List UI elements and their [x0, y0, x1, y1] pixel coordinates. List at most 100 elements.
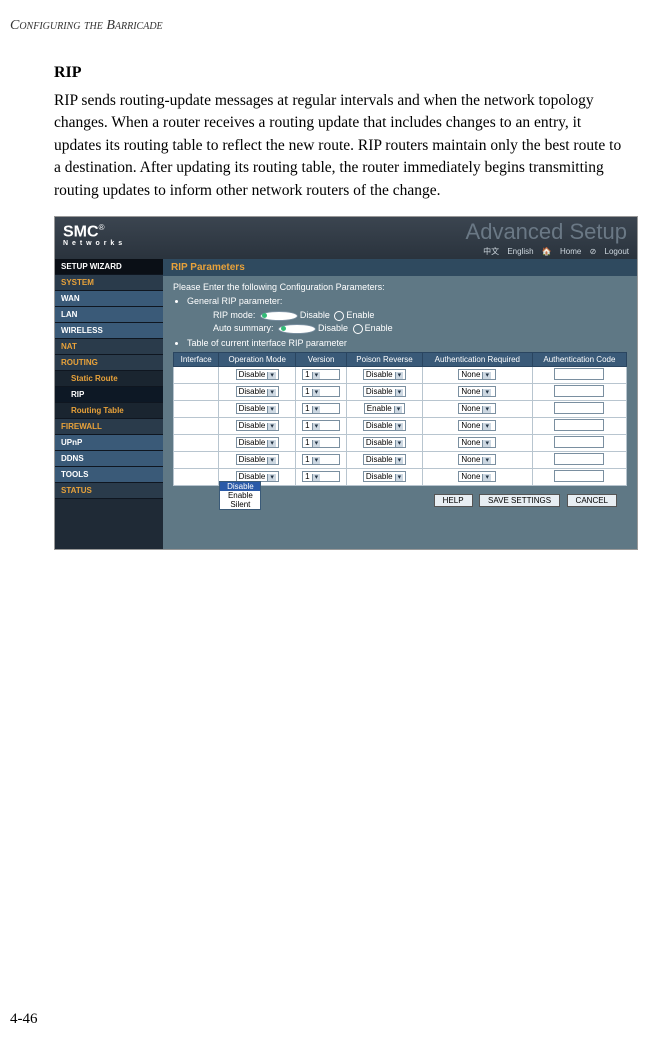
- header-title: Advanced Setup: [466, 219, 627, 245]
- panel-body: Please Enter the following Configuration…: [163, 276, 637, 516]
- cancel-button[interactable]: CANCEL: [567, 494, 617, 507]
- opmode-select[interactable]: Disable▾: [236, 369, 279, 380]
- bullet-table: Table of current interface RIP parameter: [187, 338, 627, 348]
- iface-cell: PPPoE4: [174, 468, 219, 485]
- rip-mode-enable-radio[interactable]: [334, 311, 344, 321]
- logout-link[interactable]: ⊘ Logout: [590, 247, 629, 256]
- nav-status[interactable]: STATUS: [55, 483, 163, 499]
- authcode-input[interactable]: [554, 470, 604, 482]
- rip-mode-disable-radio[interactable]: [260, 311, 298, 321]
- poison-select[interactable]: Disable▾: [363, 420, 406, 431]
- lang-en-link[interactable]: English: [507, 247, 533, 256]
- logo: SMC® N e t w o r k s: [63, 223, 123, 246]
- param-list: General RIP parameter:: [187, 296, 627, 306]
- auth-select[interactable]: None▾: [458, 403, 496, 414]
- th-authcode: Authentication Code: [532, 352, 626, 366]
- table-row: WAN Disable▾ 1▾ Enable▾ None▾: [174, 400, 627, 417]
- auth-select[interactable]: None▾: [458, 369, 496, 380]
- logo-sub: N e t w o r k s: [63, 240, 123, 247]
- dropdown-option-silent[interactable]: Silent: [220, 500, 260, 509]
- auth-select[interactable]: None▾: [458, 471, 496, 482]
- poison-select[interactable]: Disable▾: [363, 369, 406, 380]
- version-select[interactable]: 1▾: [302, 454, 340, 465]
- poison-select[interactable]: Disable▾: [363, 437, 406, 448]
- version-select[interactable]: 1▾: [302, 369, 340, 380]
- th-version: Version: [296, 352, 347, 366]
- auto-summary-disable-label: Disable: [318, 323, 348, 333]
- auth-select[interactable]: None▾: [458, 420, 496, 431]
- authcode-input[interactable]: [554, 453, 604, 465]
- save-button[interactable]: SAVE SETTINGS: [479, 494, 560, 507]
- authcode-input[interactable]: [554, 385, 604, 397]
- iface-cell: LAN: [174, 366, 219, 383]
- authcode-input[interactable]: [554, 419, 604, 431]
- rip-mode-label: RIP mode:: [213, 310, 255, 320]
- authcode-input[interactable]: [554, 436, 604, 448]
- auth-select[interactable]: None▾: [458, 437, 496, 448]
- poison-select[interactable]: Disable▾: [363, 386, 406, 397]
- nav-setup-wizard[interactable]: SETUP WIZARD: [55, 259, 163, 275]
- rip-mode-row: RIP mode: Disable Enable: [213, 310, 627, 321]
- nav-upnp[interactable]: UPnP: [55, 435, 163, 451]
- nav-tools[interactable]: TOOLS: [55, 467, 163, 483]
- opmode-select[interactable]: Disable▾: [236, 403, 279, 414]
- auto-summary-disable-radio[interactable]: [278, 324, 316, 334]
- section-body: RIP sends routing-update messages at reg…: [54, 90, 624, 202]
- nav-static-route[interactable]: Static Route: [55, 371, 163, 387]
- lang-cn-link[interactable]: 中文: [483, 247, 499, 256]
- iface-cell: WLAN: [174, 383, 219, 400]
- iface-cell: WAN: [174, 400, 219, 417]
- opmode-select[interactable]: Disable▾: [236, 437, 279, 448]
- auto-summary-row: Auto summary: Disable Enable: [213, 323, 627, 334]
- th-authreq: Authentication Required: [422, 352, 532, 366]
- th-poison: Poison Reverse: [347, 352, 423, 366]
- table-row: PPPoE3 Disable▾ 1▾ Disable▾ None▾: [174, 451, 627, 468]
- content-area: RIP RIP sends routing-update messages at…: [0, 34, 634, 550]
- header-text: Configuring the Barricade: [10, 18, 163, 33]
- table-row: PPPoE2 Disable▾ 1▾ Disable▾ None▾: [174, 434, 627, 451]
- version-select[interactable]: 1▾: [302, 437, 340, 448]
- bullet-general: General RIP parameter:: [187, 296, 627, 306]
- poison-select[interactable]: Disable▾: [363, 471, 406, 482]
- dropdown-option-enable[interactable]: Enable: [220, 491, 260, 500]
- version-select[interactable]: 1▾: [302, 471, 340, 482]
- nav-system[interactable]: SYSTEM: [55, 275, 163, 291]
- page-number: 4-46: [10, 1011, 38, 1028]
- table-row: WLAN Disable▾ 1▾ Disable▾ None▾: [174, 383, 627, 400]
- nav-firewall[interactable]: FIREWALL: [55, 419, 163, 435]
- table-row: PPPoE1 Disable▾ 1▾ Disable▾ None▾: [174, 417, 627, 434]
- sidebar: SETUP WIZARD SYSTEM WAN LAN WIRELESS NAT…: [55, 259, 163, 549]
- nav-wireless[interactable]: WIRELESS: [55, 323, 163, 339]
- auth-select[interactable]: None▾: [458, 454, 496, 465]
- nav-rip[interactable]: RIP: [55, 387, 163, 403]
- dropdown-option-disable[interactable]: Disable: [220, 482, 260, 491]
- nav-routing-table[interactable]: Routing Table: [55, 403, 163, 419]
- panel-title: RIP Parameters: [163, 259, 637, 276]
- table-header-row: Interface Operation Mode Version Poison …: [174, 352, 627, 366]
- poison-select[interactable]: Disable▾: [363, 454, 406, 465]
- auto-summary-enable-label: Enable: [365, 323, 393, 333]
- version-select[interactable]: 1▾: [302, 386, 340, 397]
- opmode-select[interactable]: Disable▾: [236, 454, 279, 465]
- auth-select[interactable]: None▾: [458, 386, 496, 397]
- home-link[interactable]: 🏠 Home: [542, 247, 582, 256]
- iface-cell: PPPoE3: [174, 451, 219, 468]
- authcode-input[interactable]: [554, 402, 604, 414]
- auto-summary-enable-radio[interactable]: [353, 324, 363, 334]
- opmode-select[interactable]: Disable▾: [236, 386, 279, 397]
- nav-wan[interactable]: WAN: [55, 291, 163, 307]
- nav-nat[interactable]: NAT: [55, 339, 163, 355]
- poison-select[interactable]: Enable▾: [364, 403, 405, 414]
- opmode-select[interactable]: Disable▾: [236, 420, 279, 431]
- main-panel: RIP Parameters Please Enter the followin…: [163, 259, 637, 549]
- nav-ddns[interactable]: DDNS: [55, 451, 163, 467]
- rip-mode-enable-label: Enable: [346, 310, 374, 320]
- nav-routing[interactable]: ROUTING: [55, 355, 163, 371]
- table-row: PPPoE4 Disable▾ Disable Enable Silent 1▾: [174, 468, 627, 485]
- section-title: RIP: [54, 64, 624, 82]
- help-button[interactable]: HELP: [434, 494, 473, 507]
- version-select[interactable]: 1▾: [302, 420, 340, 431]
- authcode-input[interactable]: [554, 368, 604, 380]
- version-select[interactable]: 1▾: [302, 403, 340, 414]
- nav-lan[interactable]: LAN: [55, 307, 163, 323]
